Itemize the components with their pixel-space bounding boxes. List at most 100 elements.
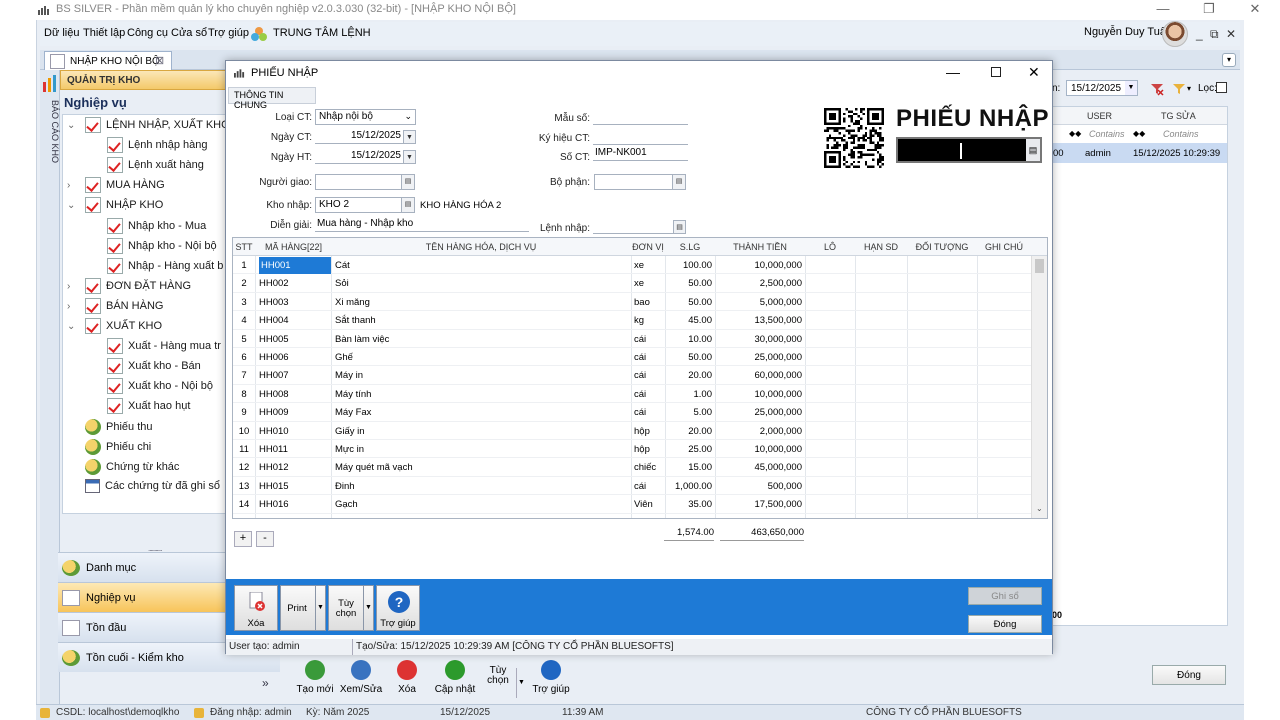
tree-item[interactable]: Các chứng từ đã ghi sổ <box>85 478 220 493</box>
minimize-button[interactable]: — <box>1140 0 1186 20</box>
grid-header[interactable]: S.LG <box>665 238 715 256</box>
grid-cell[interactable]: HH012 <box>259 462 289 473</box>
grid-cell[interactable]: HH003 <box>259 297 289 308</box>
grid-cell[interactable]: 45,000,000 <box>715 462 802 473</box>
grid-cell[interactable]: 7 <box>233 370 255 381</box>
help-button[interactable]: ? Trợ giúp <box>376 585 420 631</box>
so-ct-input[interactable]: IMP-NK001 <box>593 146 688 161</box>
filter-dropdown-icon[interactable]: ▾ <box>1187 84 1191 93</box>
ngay-ht-input[interactable]: 15/12/2025 <box>315 149 403 164</box>
grid-scrollbar[interactable]: ⌄ <box>1031 256 1047 518</box>
print-button[interactable]: Print ▼ <box>280 585 326 631</box>
grid-cell[interactable]: 10,000,000 <box>715 260 802 271</box>
grid-cell[interactable]: Máy quét mã vạch <box>335 462 413 473</box>
grid-cell[interactable]: 500,000 <box>715 481 802 492</box>
tree-item[interactable]: Xuất hao hụt <box>107 398 190 415</box>
grid-cell[interactable]: HH004 <box>259 315 289 326</box>
close-window-button[interactable]: ✕ <box>1232 0 1278 20</box>
table-row[interactable]: 13 HH015 Đinh cái 1,000.00 500,000 <box>233 477 1033 496</box>
tree-item[interactable]: Phiếu chi <box>85 438 151 455</box>
tree-toggle-icon[interactable]: › <box>67 180 70 191</box>
tree-item[interactable]: Xuất - Hàng mua tr <box>107 338 221 355</box>
options-dropdown-icon[interactable]: ▼ <box>363 586 373 630</box>
col-tg-sua-header[interactable]: TG SỬA <box>1161 111 1196 121</box>
tree-item[interactable]: ĐƠN ĐẶT HÀNG <box>85 277 191 294</box>
grid-cell[interactable]: HH002 <box>259 278 289 289</box>
table-row[interactable]: 3 HH003 Xi măng bao 50.00 5,000,000 <box>233 293 1033 312</box>
print-dropdown-icon[interactable]: ▼ <box>315 586 325 630</box>
main-help-button[interactable]: Trợ giúp <box>528 656 574 702</box>
grid-header[interactable]: TÊN HÀNG HÓA, DỊCH VỤ <box>331 238 631 256</box>
tree-item[interactable]: Chứng từ khác <box>85 458 179 475</box>
report-side-label[interactable]: BÁO CÁO KHO <box>40 100 60 180</box>
menu-cong-cu[interactable]: Công cụ <box>127 27 168 39</box>
table-row[interactable]: 12 HH012 Máy quét mã vạch chiếc 15.00 45,000,… <box>233 458 1033 477</box>
kho-nhap-input[interactable]: KHO 2 <box>315 197 415 213</box>
ngay-ct-dropdown-icon[interactable]: ▼ <box>403 130 416 144</box>
table-row[interactable]: 5 HH005 Bàn làm việc cái 10.00 30,000,000 <box>233 330 1033 348</box>
tree-toggle-icon[interactable]: ⌄ <box>67 200 75 211</box>
table-row[interactable]: 11 HH011 Mực in hộp 25.00 10,000,000 <box>233 440 1033 459</box>
grid-cell[interactable]: kg <box>634 315 644 326</box>
dien-giai-input[interactable]: Mua hàng - Nhập kho <box>315 217 529 232</box>
grid-cell[interactable]: 15.00 <box>665 462 712 473</box>
table-row[interactable]: 9 HH009 Máy Fax cái 5.00 25,000,000 <box>233 403 1033 422</box>
grid-cell[interactable]: HH008 <box>259 389 289 400</box>
grid-header[interactable]: MÃ HÀNG[22] <box>255 238 331 256</box>
ngay-ct-input[interactable]: 15/12/2025 <box>315 129 403 144</box>
grid-cell[interactable]: HH010 <box>259 426 289 437</box>
grid-cell[interactable]: 60,000,000 <box>715 370 802 381</box>
grid-cell[interactable]: cái <box>634 407 646 418</box>
grid-cell[interactable]: 2,000,000 <box>715 426 802 437</box>
filter-icon[interactable] <box>1172 82 1186 96</box>
lenh-nhap-dropdown-icon[interactable]: ▤ <box>673 220 686 234</box>
grid-cell[interactable]: 50.00 <box>665 297 712 308</box>
grid-cell[interactable]: xe <box>634 260 644 271</box>
kho-nhap-dropdown-icon[interactable]: ▤ <box>401 198 414 212</box>
mdi-close-button[interactable]: ✕ <box>1226 27 1236 41</box>
tab-nhap-kho-noi-bo[interactable]: NHẬP KHO NỘI BỘ ⊠ <box>44 51 172 70</box>
main-options-button[interactable]: ▼ Tùy chọn <box>480 656 525 702</box>
menu-trung-tam-lenh[interactable]: TRUNG TÂM LỆNH <box>273 27 371 39</box>
tab-dropdown-icon[interactable]: ▾ <box>1222 53 1236 67</box>
main-delete-button[interactable]: Xóa <box>384 656 430 702</box>
row-tg-sua[interactable]: 15/12/2025 10:29:39 <box>1133 148 1220 159</box>
grid-cell[interactable]: HH001 <box>259 257 331 274</box>
grid-cell[interactable]: 5,000,000 <box>715 297 802 308</box>
mdi-restore-button[interactable]: ⧉ <box>1210 27 1219 42</box>
grid-header[interactable]: THÀNH TIỀN <box>715 238 805 256</box>
tree-item[interactable]: BÁN HÀNG <box>85 297 163 314</box>
mdi-minimize-button[interactable]: _ <box>1196 27 1203 41</box>
tree-toggle-icon[interactable]: ⌄ <box>67 120 75 131</box>
grid-cell[interactable]: 35.00 <box>665 499 712 510</box>
grid-cell[interactable]: 10,000,000 <box>715 444 802 455</box>
menu-du-lieu[interactable]: Dữ liệu <box>44 27 80 39</box>
barcode-dropdown-icon[interactable]: ▤ <box>1026 139 1040 161</box>
grid-cell[interactable]: cái <box>634 334 646 345</box>
grid-scroll-thumb[interactable] <box>1035 259 1044 273</box>
grid-cell[interactable]: hộp <box>634 426 650 437</box>
grid-cell[interactable]: 13 <box>233 481 255 492</box>
grid-cell[interactable]: 14 <box>233 499 255 510</box>
tree-item[interactable]: LỆNH NHẬP, XUẤT KHO <box>85 117 230 133</box>
grid-cell[interactable]: 11 <box>233 444 255 455</box>
ky-hieu-input[interactable] <box>593 130 688 145</box>
tree-item[interactable]: Xuất kho - Nội bộ <box>107 378 213 395</box>
table-row[interactable]: 7 HH007 Máy in cái 20.00 60,000,000 <box>233 366 1033 385</box>
nav-more-icon[interactable]: » <box>262 676 269 690</box>
grid-cell[interactable]: 9 <box>233 407 255 418</box>
grid-header[interactable]: GHI CHÚ <box>977 238 1031 256</box>
tree-toggle-icon[interactable]: ⌄ <box>67 321 75 332</box>
table-row[interactable]: 10 HH010 Giấy in hộp 20.00 2,000,000 <box>233 422 1033 440</box>
clear-filter-icon[interactable] <box>1150 82 1164 96</box>
table-row[interactable]: 8 HH008 Máy tính cái 1.00 10,000,000 <box>233 385 1033 404</box>
grid-cell[interactable]: HH016 <box>259 499 289 510</box>
dialog-close-button[interactable]: ✕ <box>1028 64 1040 81</box>
table-row[interactable]: 14 HH016 Gạch Viên 35.00 17,500,000 <box>233 495 1033 514</box>
date-dropdown-icon[interactable]: ▼ <box>1125 81 1137 95</box>
grid-cell[interactable]: Xi măng <box>335 297 370 308</box>
grid-cell[interactable]: cái <box>634 389 646 400</box>
grid-header[interactable]: ĐƠN VỊ <box>631 238 665 256</box>
grid-cell[interactable]: xe <box>634 278 644 289</box>
ghi-so-button[interactable]: Ghi sổ <box>968 587 1042 605</box>
